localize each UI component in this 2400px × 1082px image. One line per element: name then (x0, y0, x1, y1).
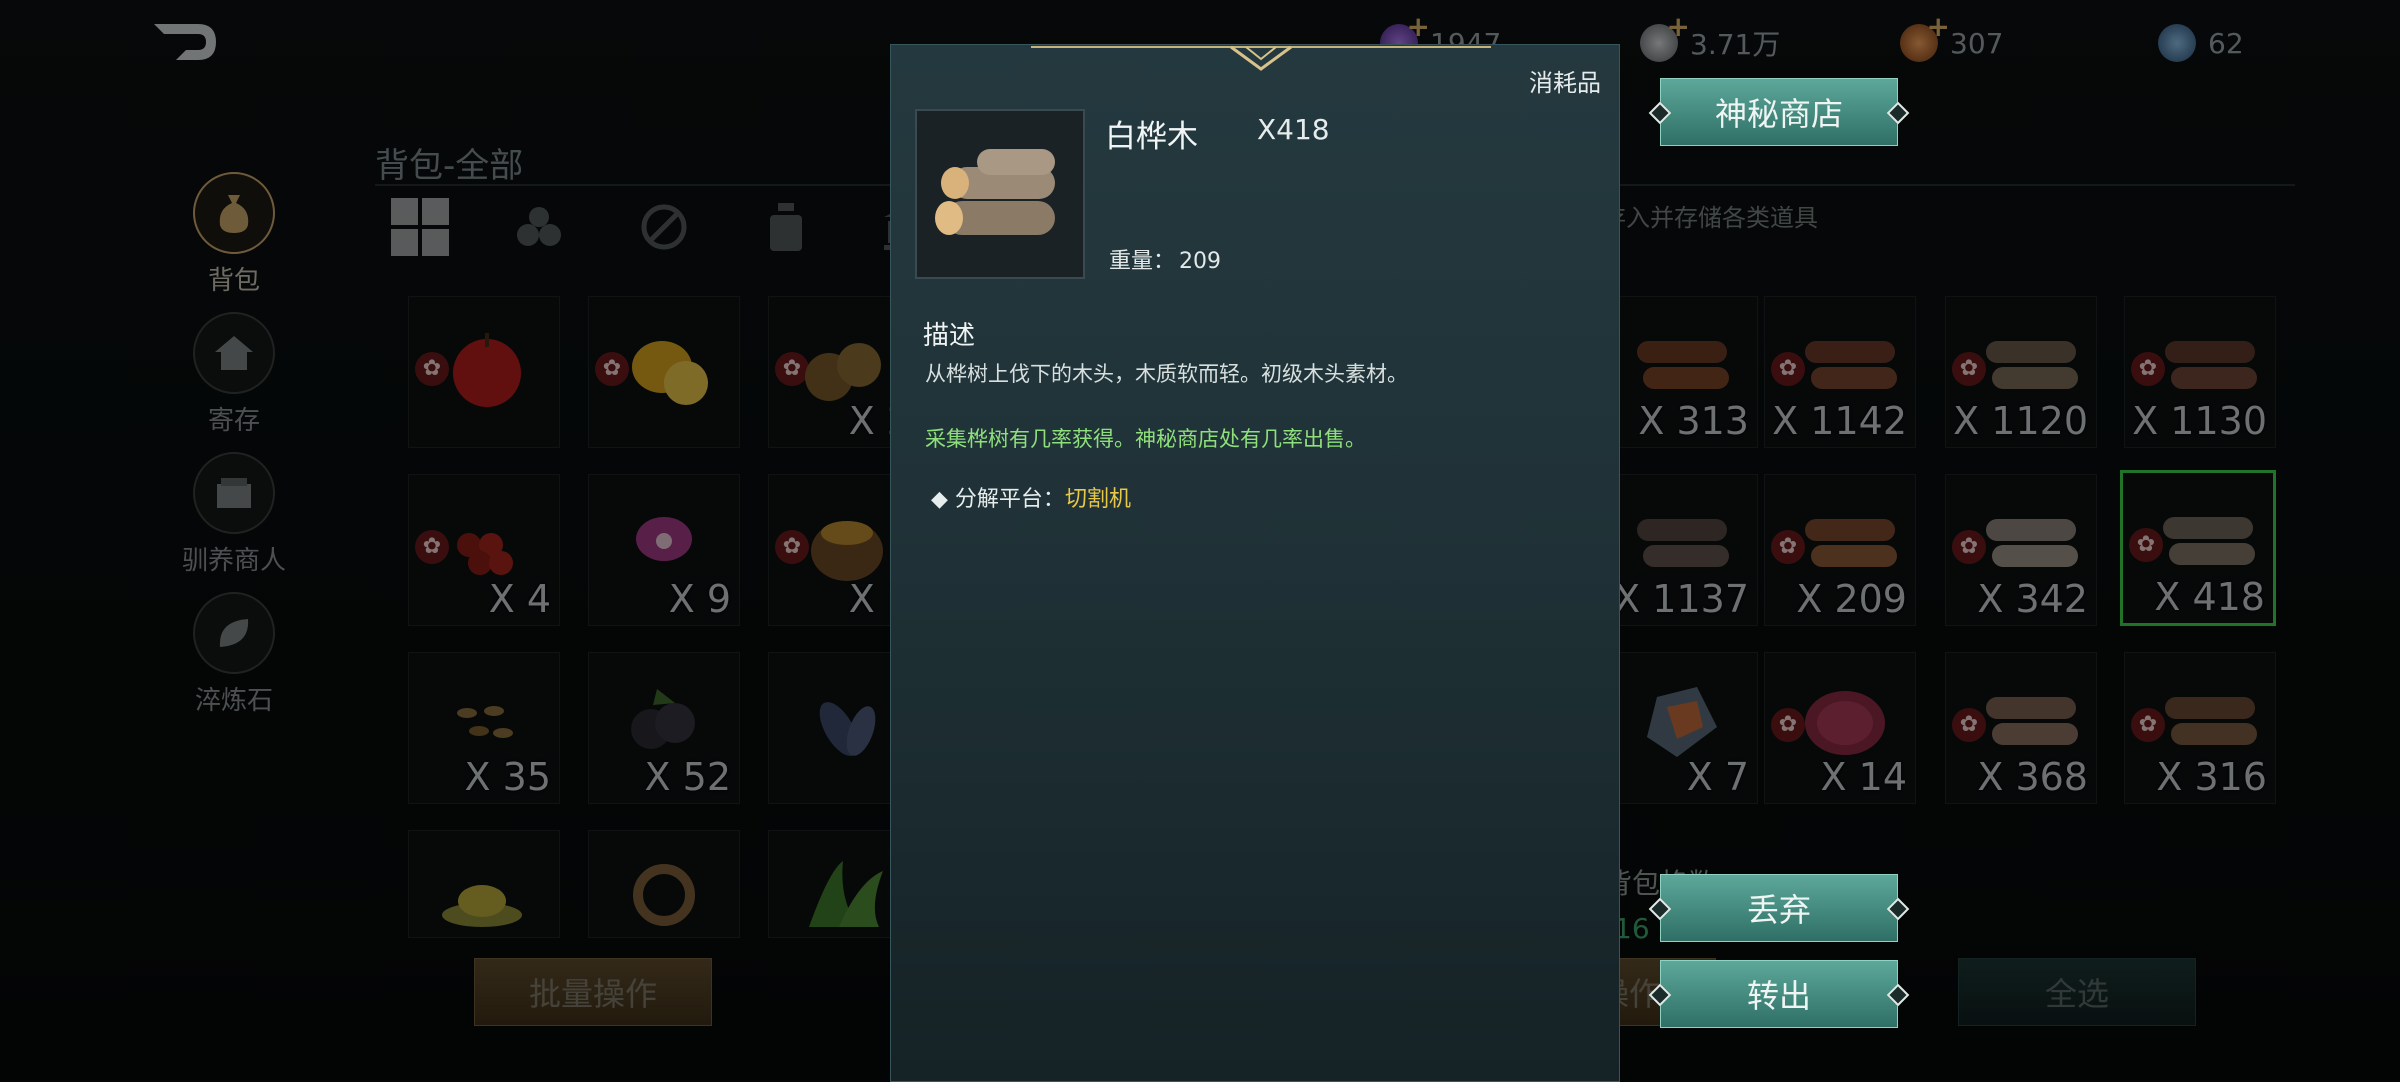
description-text: 从桦树上伐下的木头，木质软而轻。初级木头素材。 (925, 362, 1408, 386)
transfer-button[interactable]: 转出 (1648, 960, 1910, 1028)
item-detail-popup: 消耗品 白桦木 X418 重量： 209 描述 从桦树上伐下的木头，木质软而轻。初… (890, 44, 1620, 1082)
mystery-shop-button[interactable]: 神秘商店 (1648, 78, 1910, 146)
item-weight: 重量： 209 (1109, 249, 1222, 274)
discard-button[interactable]: 丢弃 (1648, 874, 1910, 942)
disassembly-platform: ◆ 分解平台：切割机 (931, 487, 1131, 512)
item-name: 白桦木 (1105, 119, 1198, 155)
item-category: 消耗品 (1529, 69, 1601, 97)
source-text: 采集桦树有几率获得。神秘商店处有几率出售。 (925, 427, 1366, 451)
item-count: X418 (1257, 113, 1330, 146)
item-icon (915, 109, 1085, 279)
description-heading: 描述 (923, 321, 976, 351)
ornament-decoration (1031, 45, 1491, 71)
birch-log-icon (935, 149, 1055, 235)
